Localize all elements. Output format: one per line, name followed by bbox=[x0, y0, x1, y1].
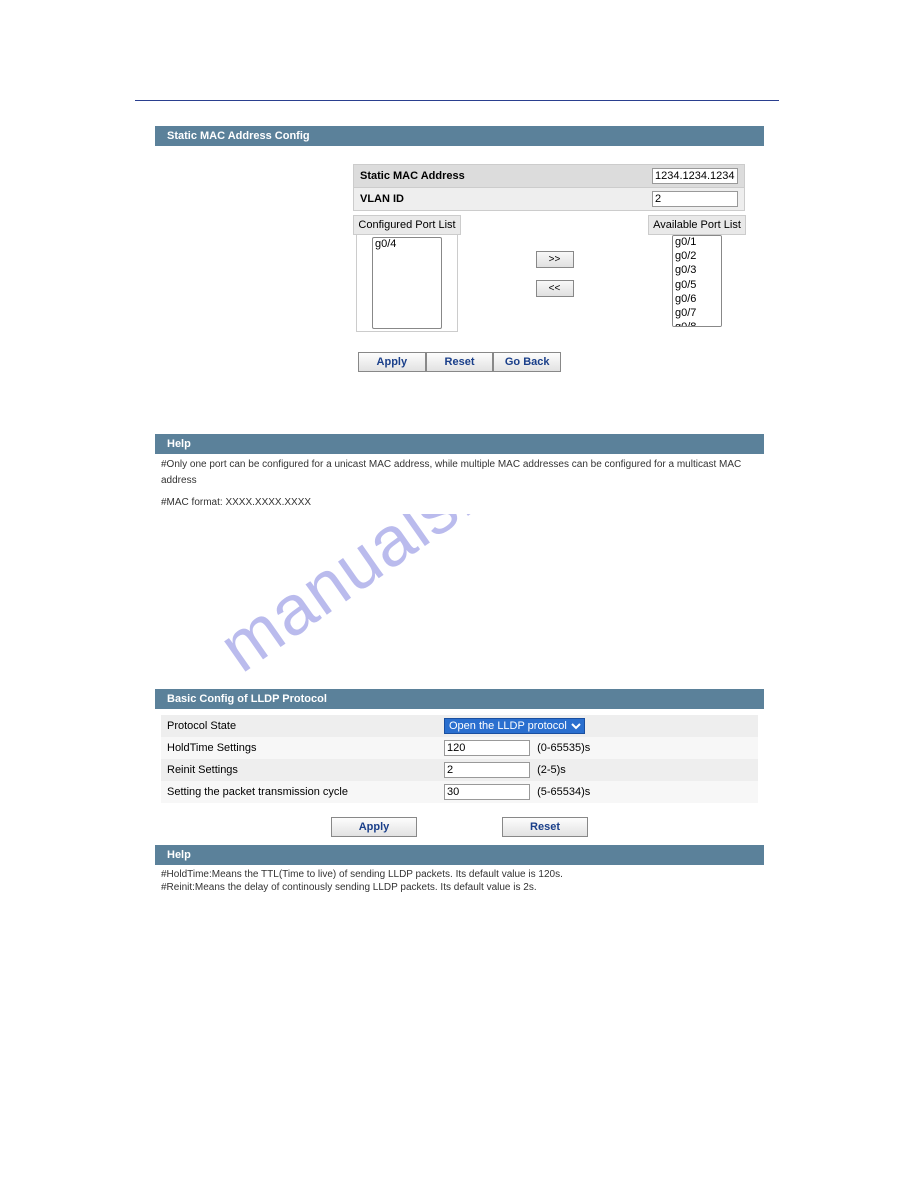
reinit-label: Reinit Settings bbox=[161, 759, 438, 781]
cycle-input[interactable] bbox=[444, 784, 530, 800]
configured-port-col: Configured Port List g0/4 bbox=[353, 215, 461, 332]
holdtime-hint: (0-65535)s bbox=[533, 742, 590, 754]
lldp-reset-button[interactable]: Reset bbox=[502, 817, 588, 837]
vlan-id-label: VLAN ID bbox=[354, 188, 647, 211]
cycle-hint: (5-65534)s bbox=[533, 786, 590, 798]
help-header-2: Help bbox=[155, 845, 764, 865]
help-text-1b: #MAC format: XXXX.XXXX.XXXX bbox=[161, 495, 758, 511]
help-text-1a: #Only one port can be configured for a u… bbox=[161, 457, 758, 489]
reset-button[interactable]: Reset bbox=[426, 352, 494, 372]
vlan-id-input[interactable] bbox=[652, 191, 738, 207]
lldp-title: Basic Config of LLDP Protocol bbox=[155, 689, 764, 709]
help-body-2: #HoldTime:Means the TTL(Time to live) of… bbox=[155, 865, 764, 897]
reinit-hint: (2-5)s bbox=[533, 764, 566, 776]
protocol-state-label: Protocol State bbox=[161, 715, 438, 737]
port-transfer-buttons: >> << bbox=[461, 215, 648, 332]
lldp-config-table: Protocol State Open the LLDP protocol Ho… bbox=[161, 715, 758, 803]
cycle-label: Setting the packet transmission cycle bbox=[161, 781, 438, 803]
help-header-1: Help bbox=[155, 434, 764, 454]
mac-address-label: Static MAC Address bbox=[354, 165, 647, 188]
reinit-input[interactable] bbox=[444, 762, 530, 778]
top-divider bbox=[135, 100, 779, 101]
lldp-panel: Basic Config of LLDP Protocol Protocol S… bbox=[155, 689, 764, 897]
lldp-button-row: Apply Reset bbox=[161, 817, 758, 837]
mac-address-input[interactable] bbox=[652, 168, 738, 184]
configured-port-header: Configured Port List bbox=[353, 215, 461, 235]
lldp-body: Protocol State Open the LLDP protocol Ho… bbox=[155, 715, 764, 837]
apply-button[interactable]: Apply bbox=[358, 352, 426, 372]
configured-port-listbox[interactable]: g0/4 bbox=[372, 237, 442, 329]
available-port-header: Available Port List bbox=[648, 215, 746, 235]
move-left-button[interactable]: << bbox=[536, 280, 574, 297]
goback-button[interactable]: Go Back bbox=[493, 352, 561, 372]
move-right-button[interactable]: >> bbox=[536, 251, 574, 268]
holdtime-label: HoldTime Settings bbox=[161, 737, 438, 759]
static-mac-panel: Static MAC Address Config Static MAC Add… bbox=[155, 126, 764, 514]
help-body-1: #Only one port can be configured for a u… bbox=[155, 454, 764, 514]
mac-form-table: Static MAC Address VLAN ID bbox=[353, 164, 745, 211]
document-page: manualshive.com Static MAC Address Confi… bbox=[0, 100, 914, 897]
static-mac-body: Static MAC Address VLAN ID Configured Po… bbox=[155, 146, 764, 434]
lldp-apply-button[interactable]: Apply bbox=[331, 817, 417, 837]
help-text-2a: #HoldTime:Means the TTL(Time to live) of… bbox=[161, 868, 758, 881]
available-port-listbox[interactable]: g0/1g0/2g0/3g0/5g0/6g0/7g0/8g0/9g0/10g0/… bbox=[672, 235, 722, 327]
holdtime-input[interactable] bbox=[444, 740, 530, 756]
mac-button-row: Apply Reset Go Back bbox=[358, 352, 561, 372]
available-port-col: Available Port List g0/1g0/2g0/3g0/5g0/6… bbox=[648, 215, 746, 332]
static-mac-title: Static MAC Address Config bbox=[155, 126, 764, 146]
help-text-2b: #Reinit:Means the delay of continously s… bbox=[161, 881, 758, 894]
port-list-area: Configured Port List g0/4 >> << Availabl… bbox=[173, 215, 746, 332]
protocol-state-select[interactable]: Open the LLDP protocol bbox=[444, 718, 585, 734]
